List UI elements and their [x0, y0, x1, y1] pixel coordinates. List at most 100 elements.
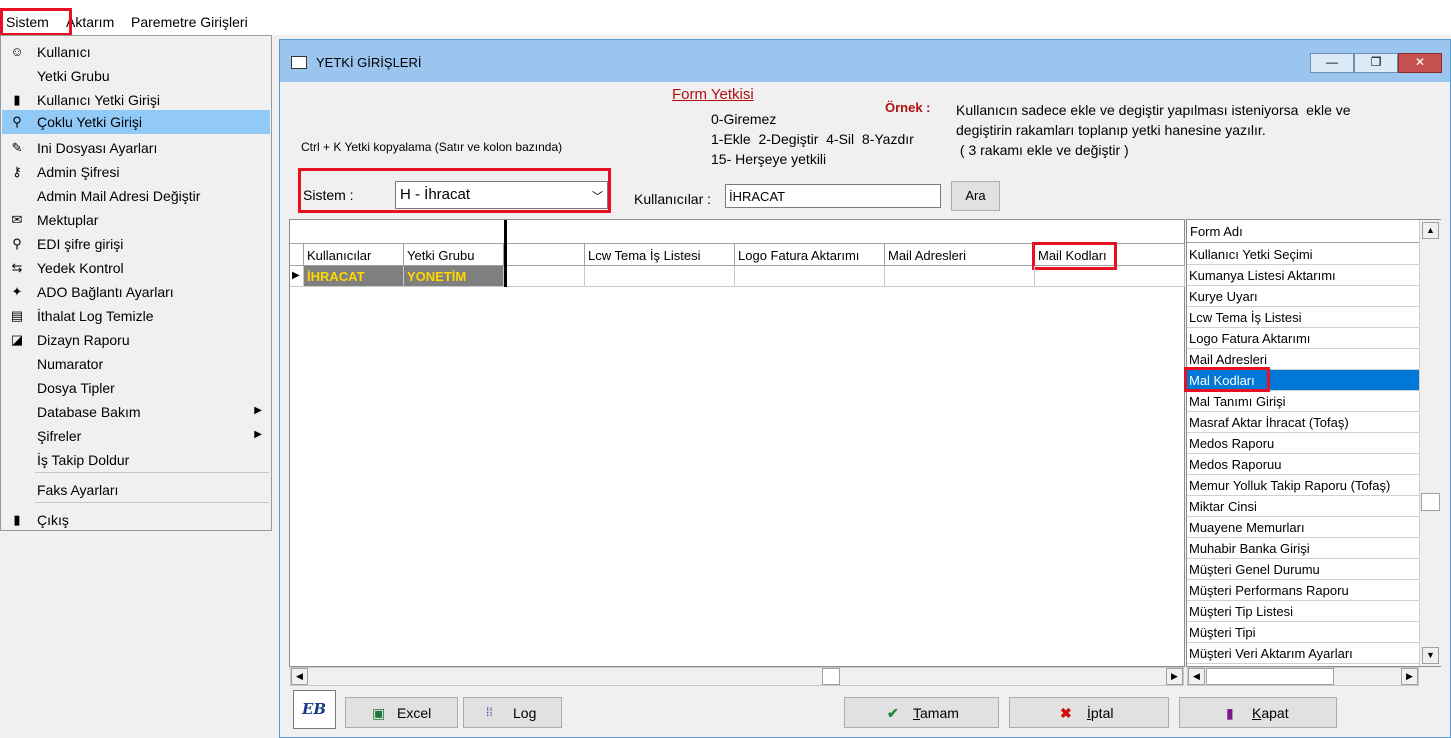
col-header-lcw-tema[interactable]: Lcw Tema İş Listesi	[585, 244, 735, 266]
menu-item-label: Yetki Grubu	[37, 68, 110, 84]
form-list-item[interactable]: Miktar Cinsi	[1187, 496, 1419, 517]
grid-band-row	[290, 220, 1184, 244]
exit-icon: ▮	[13, 512, 21, 527]
menu-item[interactable]: Dosya Tipler	[2, 376, 270, 400]
cell-blank[interactable]	[507, 266, 585, 287]
scroll-down-icon[interactable]: ▼	[1422, 647, 1439, 664]
form-list-item[interactable]: Lcw Tema İş Listesi	[1187, 307, 1419, 328]
menu-item[interactable]: Numarator	[2, 352, 270, 376]
row-indicator: ▶	[290, 266, 304, 287]
scroll-left-icon[interactable]: ◀	[291, 668, 308, 685]
menu-item[interactable]: ⚲ EDI şifre girişi	[2, 232, 270, 256]
menu-sistem[interactable]: Sistem	[6, 14, 49, 30]
menu-parametre-girisleri[interactable]: Paremetre Girişleri	[131, 14, 248, 30]
cell-mail-adresleri[interactable]	[885, 266, 1035, 287]
menu-item[interactable]: Admin Mail Adresi Değiştir	[2, 184, 270, 208]
menu-item-label: Kullanıcı Yetki Girişi	[37, 92, 160, 108]
menu-separator	[35, 502, 269, 503]
log-icon: ▤	[10, 308, 24, 323]
sistem-select[interactable]: H - İhracat ﹀	[395, 181, 608, 209]
form-list-item[interactable]: Mail Adresleri	[1187, 349, 1419, 370]
grid-corner	[290, 244, 304, 266]
grid-hscroll-thumb[interactable]	[822, 668, 840, 685]
form-list-item[interactable]: Müşteri Genel Durumu	[1187, 559, 1419, 580]
menu-item[interactable]: ✦ ADO Bağlantı Ayarları	[2, 280, 270, 304]
scroll-right-icon[interactable]: ▶	[1166, 668, 1183, 685]
grid-hscrollbar[interactable]: ◀ ▶	[290, 667, 1184, 686]
menu-item-label: İş Takip Doldur	[37, 452, 130, 468]
form-list-item[interactable]: Mal Tanımı Girişi	[1187, 391, 1419, 412]
ara-button[interactable]: Ara	[951, 181, 1000, 211]
scroll-right-icon[interactable]: ▶	[1401, 668, 1418, 685]
menu-item[interactable]: Database Bakım ▶	[2, 400, 270, 424]
submenu-arrow-icon: ▶	[254, 405, 262, 416]
menu-item[interactable]: Faks Ayarları	[2, 478, 270, 502]
col-header-mal-kodlari[interactable]: Mail Kodları	[1035, 244, 1185, 266]
form-list-item[interactable]: Kumanya Listesi Aktarımı	[1187, 265, 1419, 286]
maximize-button[interactable]: ❐	[1354, 53, 1398, 73]
menu-item[interactable]: ⚷ Admin Şifresi	[2, 160, 270, 184]
cell-mal-kodlari[interactable]	[1035, 266, 1185, 287]
kullanicilar-input[interactable]	[725, 184, 941, 208]
close-button[interactable]: ✕	[1398, 53, 1442, 73]
menu-item[interactable]: ✉ Mektuplar	[2, 208, 270, 232]
form-adi-header[interactable]: Form Adı	[1187, 220, 1419, 243]
form-list-item[interactable]: Müşteri Tip Listesi	[1187, 601, 1419, 622]
form-list-item[interactable]: Mal Kodları	[1187, 370, 1419, 391]
form-list-item[interactable]: Müşteri Performans Raporu	[1187, 580, 1419, 601]
form-list-item[interactable]: Logo Fatura Aktarımı	[1187, 328, 1419, 349]
cell-yetki-grubu[interactable]: YONETİM	[404, 266, 504, 287]
form-list-item[interactable]: Kurye Uyarı	[1187, 286, 1419, 307]
letter-icon: ✉	[11, 212, 23, 227]
form-list-vscrollbar[interactable]: ▲ ▼	[1419, 220, 1441, 666]
menu-item[interactable]: ◪ Dizayn Raporu	[2, 328, 270, 352]
menu-item-label: Database Bakım	[37, 404, 141, 420]
form-list-item[interactable]: Muhabir Banka Girişi	[1187, 538, 1419, 559]
kapat-button[interactable]: ▮ Kapat	[1179, 697, 1337, 728]
minimize-button[interactable]: —	[1310, 53, 1354, 73]
form-list-hscroll-thumb[interactable]	[1206, 668, 1334, 685]
menu-item[interactable]: ▮ Çıkış	[2, 508, 270, 532]
menu-item[interactable]: ⚲ Çoklu Yetki Girişi	[2, 110, 270, 134]
form-list-item[interactable]: Medos Raporuu	[1187, 454, 1419, 475]
menu-separator	[35, 472, 269, 473]
menu-item[interactable]: ▤ İthalat Log Temizle	[2, 304, 270, 328]
form-list-hscrollbar[interactable]: ◀ ▶	[1187, 667, 1419, 686]
tamam-button[interactable]: ✔ Tamam	[844, 697, 999, 728]
form-list-item[interactable]: Muayene Memurları	[1187, 517, 1419, 538]
col-header-yetki-grubu[interactable]: Yetki Grubu	[404, 244, 504, 266]
menu-item[interactable]: ✎ Ini Dosyası Ayarları	[2, 136, 270, 160]
menu-item-label: İthalat Log Temizle	[37, 308, 154, 324]
form-list-item[interactable]: Kullanıcı Yetki Seçimi	[1187, 244, 1419, 265]
col-header-logo-fatura[interactable]: Logo Fatura Aktarımı	[735, 244, 885, 266]
form-list-vscroll-thumb[interactable]	[1421, 493, 1440, 511]
col-header-kullanicilar[interactable]: Kullanıcılar	[304, 244, 404, 266]
menu-item[interactable]: Yetki Grubu	[2, 64, 270, 88]
menu-item[interactable]: İş Takip Doldur	[2, 448, 270, 472]
excel-button-label: Excel	[397, 705, 432, 721]
iptal-button[interactable]: ✖ İptal	[1009, 697, 1169, 728]
scroll-left-icon[interactable]: ◀	[1188, 668, 1205, 685]
form-list-item[interactable]: Memur Yolluk Takip Raporu (Tofaş)	[1187, 475, 1419, 496]
menu-aktarim[interactable]: Aktarım	[66, 14, 114, 30]
form-list-item[interactable]: Müşteri Veri Aktarım Ayarları	[1187, 643, 1419, 664]
cell-lcw-tema[interactable]	[585, 266, 735, 287]
scroll-up-icon[interactable]: ▲	[1422, 222, 1439, 239]
cancel-x-icon: ✖	[1060, 705, 1072, 721]
cell-kullanici[interactable]: İHRACAT	[304, 266, 404, 287]
cell-logo-fatura[interactable]	[735, 266, 885, 287]
log-button[interactable]: ⁞⁞ Log	[463, 697, 562, 728]
menu-item[interactable]: ▮ Kullanıcı Yetki Girişi	[2, 88, 270, 112]
form-list-item[interactable]: Medos Raporu	[1187, 433, 1419, 454]
col-header-blank[interactable]	[507, 244, 585, 266]
chevron-down-icon: ﹀	[592, 191, 603, 203]
form-list-item[interactable]: Müşteri Tipi	[1187, 622, 1419, 643]
menu-item[interactable]: ⇆ Yedek Kontrol	[2, 256, 270, 280]
col-header-mail-adresleri[interactable]: Mail Adresleri	[885, 244, 1035, 266]
form-list-item[interactable]: Masraf Aktar İhracat (Tofaş)	[1187, 412, 1419, 433]
tamam-button-label: Tamam	[913, 705, 959, 721]
menu-item[interactable]: ☺ Kullanıcı	[2, 40, 270, 64]
excel-button[interactable]: ▣ Excel	[345, 697, 458, 728]
eb-logo-text: EB	[302, 700, 327, 718]
menu-item[interactable]: Şifreler ▶	[2, 424, 270, 448]
